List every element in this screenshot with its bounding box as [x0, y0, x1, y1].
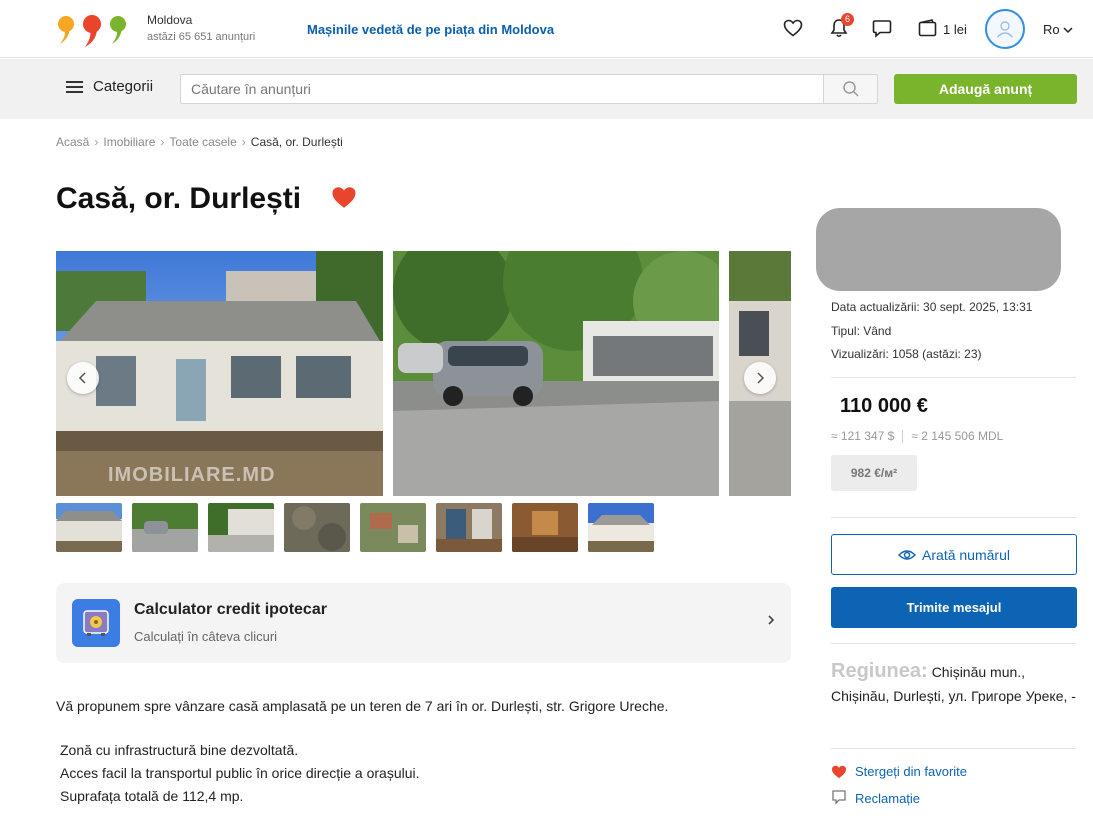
calculator-subtitle: Calculați în câteva clicuri: [134, 629, 278, 644]
heart-icon: [832, 765, 846, 778]
categories-label: Categorii: [93, 78, 154, 95]
calculator-title: Calculator credit ipotecar: [134, 601, 327, 618]
search-icon: [842, 81, 859, 97]
user-icon: [996, 21, 1014, 38]
notifications-bell-icon[interactable]: 6: [827, 13, 854, 40]
remove-favorite-link[interactable]: Stergeți din favorite: [831, 764, 967, 779]
description-intro: Vă propunem spre vânzare casă amplasată …: [56, 698, 669, 714]
price-per-square-meter: 982 €/м²: [831, 455, 917, 491]
price: 110 000 €: [840, 395, 928, 417]
update-date: Data actualizării: 30 sept. 2025, 13:31: [831, 300, 1033, 314]
photo-gallery: IMOBILIARE.MD: [56, 251, 791, 496]
listing-type: Tipul: Vând: [831, 324, 892, 338]
divider: [831, 517, 1076, 518]
add-ad-button[interactable]: Adaugă anunț: [894, 74, 1077, 104]
report-label: Reclamație: [855, 790, 921, 806]
gallery-photo[interactable]: [393, 251, 719, 496]
chevron-left-icon: [78, 372, 86, 384]
breadcrumb-real-estate[interactable]: Imobiliare: [103, 135, 155, 149]
site-region[interactable]: Moldova: [147, 13, 192, 27]
remove-favorite-label: Stergeți din favorite: [855, 764, 968, 779]
search-button[interactable]: [823, 74, 878, 104]
thumbnail-1[interactable]: [56, 503, 122, 552]
thumbnail-7[interactable]: [512, 503, 578, 552]
send-message-button[interactable]: Trimite mesajul: [831, 587, 1077, 628]
flag-icon: [832, 790, 846, 805]
eye-icon: [898, 549, 917, 560]
listing-description: Vă propunem spre vânzare casă amplasată …: [56, 695, 668, 808]
page-title: Casă, or. Durlești: [56, 182, 302, 215]
favorite-heart-icon[interactable]: [331, 186, 357, 214]
breadcrumb-separator-icon: ›: [160, 135, 165, 149]
region-info: Regiunea: Chișinău mun., Chișinău, Durleș…: [831, 659, 1076, 708]
wallet-icon[interactable]: [916, 16, 940, 40]
messages-chat-icon[interactable]: [870, 16, 894, 40]
gallery-next-button[interactable]: [744, 362, 776, 394]
photo-thumbnails: [56, 503, 654, 552]
divider: [831, 377, 1076, 378]
chevron-down-icon: [1063, 27, 1073, 34]
search-bar: Categorii Adaugă anunț: [0, 59, 1093, 119]
breadcrumb-all-houses[interactable]: Toate casele: [169, 135, 236, 149]
breadcrumb-separator-icon: ›: [241, 135, 246, 149]
report-link[interactable]: Reclamație: [831, 790, 920, 806]
categories-button[interactable]: Categorii: [66, 78, 153, 95]
region-label: Regiunea:: [831, 660, 928, 682]
price-usd: ≈ 121 347 $: [831, 429, 895, 443]
hamburger-menu-icon: [66, 80, 83, 93]
gallery-prev-button[interactable]: [67, 362, 99, 394]
divider: [831, 748, 1076, 749]
thumbnail-6[interactable]: [436, 503, 502, 552]
seller-info-redacted: [816, 208, 1061, 291]
thumbnail-3[interactable]: [208, 503, 274, 552]
description-line: Zonă cu infrastructură bine dezvoltată.: [60, 742, 299, 758]
price-conversions: ≈ 121 347 $ ≈ 2 145 506 MDL: [831, 429, 1003, 443]
description-line: Suprafața totală de 112,4 mp.: [60, 788, 244, 804]
language-selector[interactable]: Ro: [1043, 22, 1073, 37]
breadcrumb-separator-icon: ›: [94, 135, 99, 149]
ads-today-count: astăzi 65 651 anunțuri: [147, 31, 256, 43]
top-header: Moldova astăzi 65 651 anunțuri Mașinile …: [0, 0, 1093, 58]
search-input[interactable]: [180, 74, 824, 104]
language-label: Ro: [1043, 22, 1060, 37]
chevron-right-icon: [757, 372, 765, 384]
view-count: Vizualizări: 1058 (astăzi: 23): [831, 347, 982, 361]
wallet-balance[interactable]: 1 lei: [943, 22, 967, 37]
favorites-heart-icon[interactable]: [781, 16, 805, 40]
notifications-badge: 6: [841, 13, 854, 26]
price-mdl: ≈ 2 145 506 MDL: [911, 429, 1004, 443]
thumbnail-8[interactable]: [588, 503, 654, 552]
thumbnail-2[interactable]: [132, 503, 198, 552]
photo-watermark: IMOBILIARE.MD: [108, 464, 276, 486]
site-logo[interactable]: [56, 12, 128, 48]
breadcrumb-home[interactable]: Acasă: [56, 135, 89, 149]
divider: [831, 643, 1076, 644]
description-line: Acces facil la transportul public în ori…: [60, 765, 420, 781]
gallery-photo[interactable]: IMOBILIARE.MD: [56, 251, 383, 496]
user-avatar[interactable]: [985, 9, 1025, 49]
chevron-right-icon: [767, 613, 775, 631]
divider: [902, 429, 904, 443]
promo-link[interactable]: Mașinile vedetă de pe piața din Moldova: [307, 22, 554, 37]
breadcrumb-current: Casă, or. Durlești: [250, 135, 343, 149]
safe-icon: [72, 599, 120, 647]
show-phone-number-button[interactable]: Arată numărul: [831, 534, 1077, 575]
mortgage-calculator-card[interactable]: Calculator credit ipotecar Calculați în …: [56, 583, 791, 663]
show-number-label: Arată numărul: [922, 546, 1010, 563]
thumbnail-4[interactable]: [284, 503, 350, 552]
breadcrumb: Acasă › Imobiliare › Toate casele › Casă…: [56, 135, 343, 149]
thumbnail-5[interactable]: [360, 503, 426, 552]
